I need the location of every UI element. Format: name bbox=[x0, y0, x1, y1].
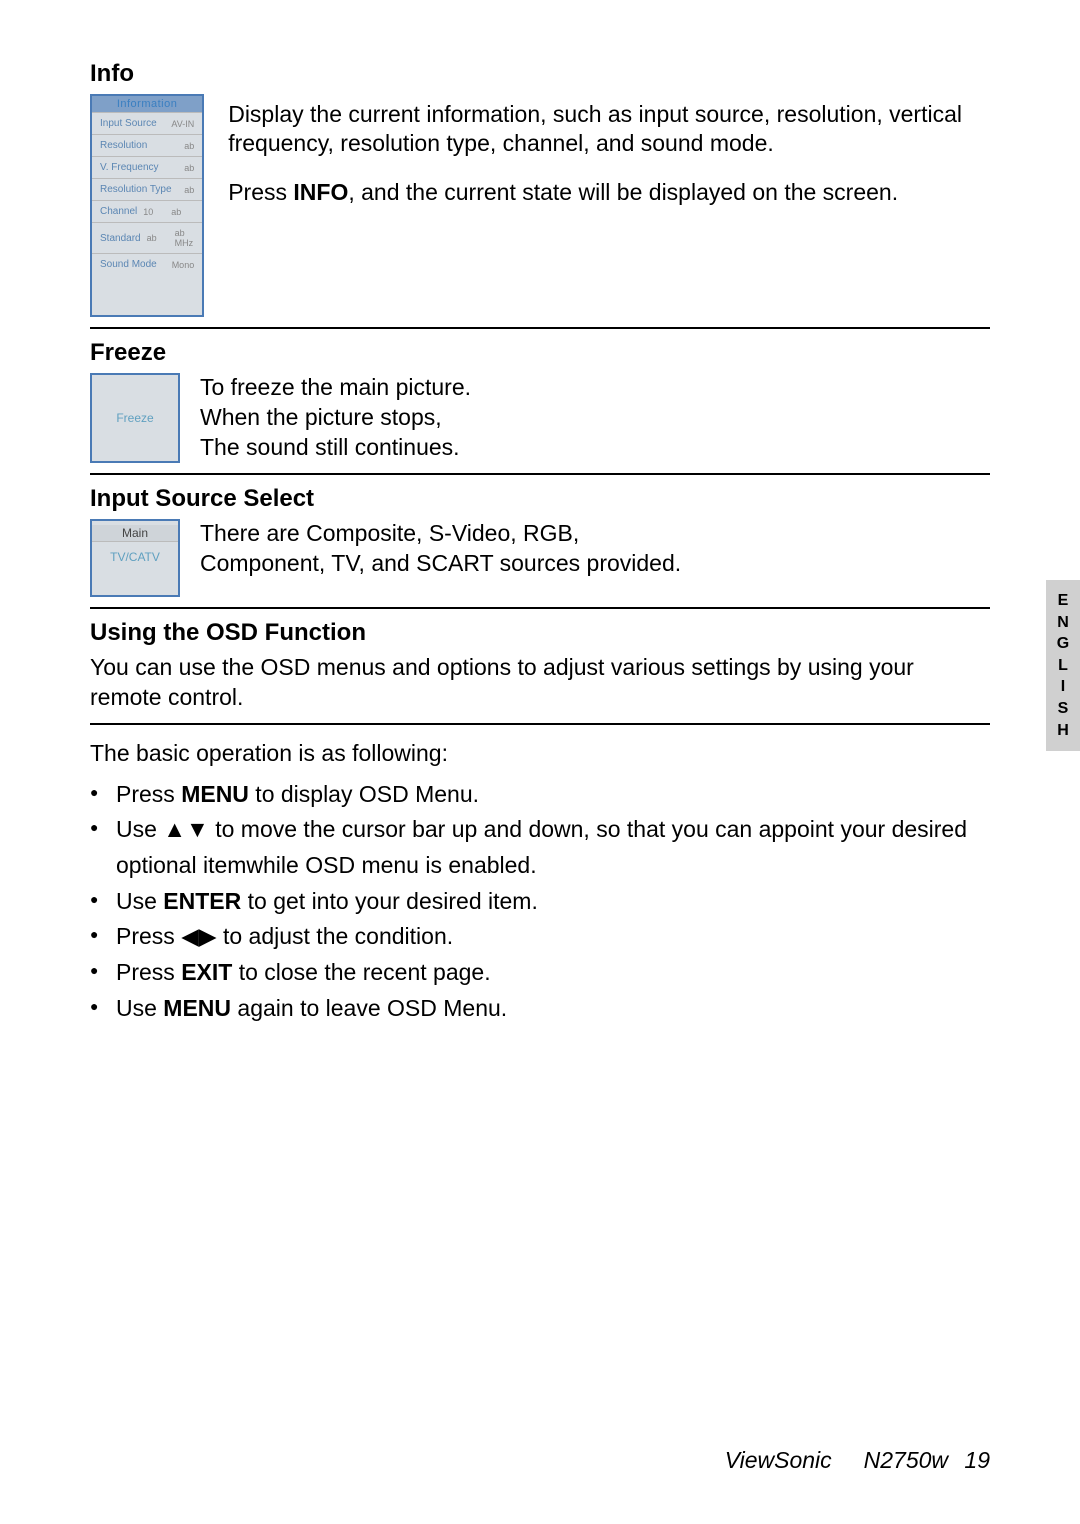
language-tab-letter: G bbox=[1046, 633, 1080, 655]
info-text: Display the current information, such as… bbox=[228, 94, 990, 206]
osd-row-value: Mono bbox=[172, 260, 195, 270]
text-span: Use bbox=[116, 995, 163, 1021]
text-span: Use bbox=[116, 816, 163, 842]
freeze-line: When the picture stops, bbox=[200, 403, 471, 433]
freeze-text: To freeze the main picture. When the pic… bbox=[200, 373, 471, 463]
text-span: again to leave OSD Menu. bbox=[231, 995, 507, 1021]
divider bbox=[90, 607, 990, 609]
exit-key: EXIT bbox=[181, 959, 232, 985]
text-span: Use bbox=[116, 888, 163, 914]
info-key: INFO bbox=[293, 179, 348, 205]
osd-row-label: Channel bbox=[100, 206, 137, 217]
input-line: Component, TV, and SCART sources provide… bbox=[200, 549, 681, 579]
input-select-text: There are Composite, S-Video, RGB, Compo… bbox=[200, 519, 681, 579]
footer-brand: ViewSonic bbox=[725, 1447, 832, 1473]
language-tab-letter: H bbox=[1046, 720, 1080, 742]
bullet-item: Press ◀▶ to adjust the condition. bbox=[90, 919, 990, 955]
menu-key: MENU bbox=[181, 781, 249, 807]
osd-row-label: Resolution bbox=[100, 140, 147, 151]
language-tab-letter: N bbox=[1046, 612, 1080, 634]
info-heading: Info bbox=[90, 60, 990, 88]
freeze-line: To freeze the main picture. bbox=[200, 373, 471, 403]
osd-padding bbox=[92, 275, 202, 315]
language-tab-letter: L bbox=[1046, 655, 1080, 677]
bullet-item: Press EXIT to close the recent page. bbox=[90, 955, 990, 991]
input-osd-box: Main TV/CATV bbox=[90, 519, 180, 597]
bullet-item: Use MENU again to leave OSD Menu. bbox=[90, 991, 990, 1027]
osd-row-value: AV-IN bbox=[171, 119, 194, 129]
text-span: , and the current state will be displaye… bbox=[348, 179, 898, 205]
divider bbox=[90, 723, 990, 725]
input-select-block: Main TV/CATV There are Composite, S-Vide… bbox=[90, 519, 990, 597]
osd-row: Channel 10 ab bbox=[92, 200, 202, 222]
osd-row: Standard ab ab MHz bbox=[92, 222, 202, 253]
osd-basic-intro: The basic operation is as following: bbox=[90, 739, 990, 769]
freeze-line: The sound still continues. bbox=[200, 433, 471, 463]
manual-page: Info Information Input Source AV-IN Reso… bbox=[0, 0, 1080, 1524]
text-span: Press bbox=[116, 781, 181, 807]
divider bbox=[90, 327, 990, 329]
input-line: There are Composite, S-Video, RGB, bbox=[200, 519, 681, 549]
text-span: Press bbox=[116, 959, 181, 985]
divider bbox=[90, 473, 990, 475]
osd-row-value: ab bbox=[184, 185, 194, 195]
osd-row-label: Resolution Type bbox=[100, 184, 172, 195]
osd-row-label: V. Frequency bbox=[100, 162, 159, 173]
osd-row: Sound Mode Mono bbox=[92, 253, 202, 275]
text-span: to close the recent page. bbox=[232, 959, 490, 985]
text-span: to get into your desired item. bbox=[241, 888, 538, 914]
text-span: to move the cursor bar up and down, so t… bbox=[116, 816, 967, 878]
up-down-arrow-icon: ▲▼ bbox=[163, 816, 209, 842]
osd-bullet-list: Press MENU to display OSD Menu. Use ▲▼ t… bbox=[90, 777, 990, 1026]
osd-row: Resolution Type ab bbox=[92, 178, 202, 200]
info-paragraph-1: Display the current information, such as… bbox=[228, 100, 990, 158]
osd-panel-title: Information bbox=[92, 96, 202, 112]
freeze-box-label: Freeze bbox=[116, 411, 153, 425]
bullet-item: Use ▲▼ to move the cursor bar up and dow… bbox=[90, 812, 990, 883]
bullet-item: Use ENTER to get into your desired item. bbox=[90, 884, 990, 920]
osd-row: V. Frequency ab bbox=[92, 156, 202, 178]
freeze-osd-box: Freeze bbox=[90, 373, 180, 463]
osd-row-value: ab bbox=[184, 163, 194, 173]
language-tab-letter: I bbox=[1046, 676, 1080, 698]
footer-model: N2750w bbox=[864, 1447, 948, 1473]
text-span: Press bbox=[228, 179, 293, 205]
info-block: Information Input Source AV-IN Resolutio… bbox=[90, 94, 990, 317]
input-select-heading: Input Source Select bbox=[90, 485, 990, 513]
input-box-sub-label: TV/CATV bbox=[110, 550, 160, 564]
osd-row: Resolution ab bbox=[92, 134, 202, 156]
input-box-main-label: Main bbox=[92, 525, 178, 542]
info-paragraph-2: Press INFO, and the current state will b… bbox=[228, 178, 990, 207]
osd-function-paragraph: You can use the OSD menus and options to… bbox=[90, 653, 990, 713]
menu-key: MENU bbox=[163, 995, 231, 1021]
enter-key: ENTER bbox=[163, 888, 241, 914]
osd-row-value: ab bbox=[159, 207, 194, 217]
bullet-item: Press MENU to display OSD Menu. bbox=[90, 777, 990, 813]
osd-row-value: ab MHz bbox=[163, 228, 195, 248]
freeze-heading: Freeze bbox=[90, 339, 990, 367]
page-footer: ViewSonic N2750w 19 bbox=[725, 1447, 990, 1474]
osd-row-mid: ab bbox=[147, 233, 157, 243]
left-right-arrow-icon: ◀▶ bbox=[181, 923, 216, 949]
text-span: to adjust the condition. bbox=[217, 923, 454, 949]
language-tab-letter: S bbox=[1046, 698, 1080, 720]
osd-function-heading: Using the OSD Function bbox=[90, 619, 990, 647]
osd-row-mid: 10 bbox=[143, 207, 153, 217]
osd-information-panel: Information Input Source AV-IN Resolutio… bbox=[90, 94, 204, 317]
osd-row: Input Source AV-IN bbox=[92, 112, 202, 134]
language-tab: E N G L I S H bbox=[1046, 580, 1080, 751]
osd-row-label: Standard bbox=[100, 233, 141, 244]
text-span: to display OSD Menu. bbox=[249, 781, 479, 807]
language-tab-letter: E bbox=[1046, 590, 1080, 612]
footer-page-number: 19 bbox=[964, 1447, 990, 1473]
osd-row-value: ab bbox=[184, 141, 194, 151]
freeze-block: Freeze To freeze the main picture. When … bbox=[90, 373, 990, 463]
osd-row-label: Input Source bbox=[100, 118, 157, 129]
text-span: Press bbox=[116, 923, 181, 949]
osd-row-label: Sound Mode bbox=[100, 259, 157, 270]
